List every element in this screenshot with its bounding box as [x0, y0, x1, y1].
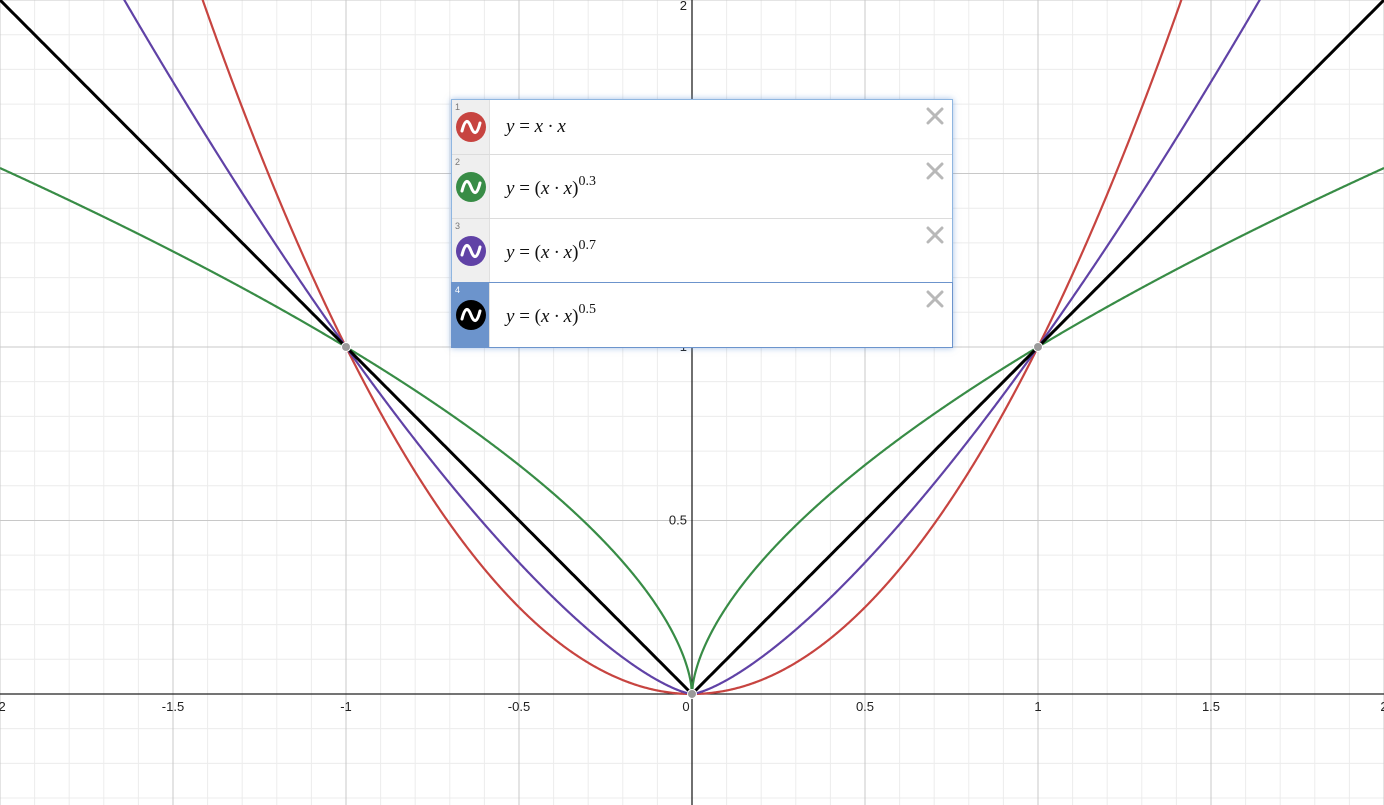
delete-expression-close-icon[interactable]	[924, 224, 946, 246]
expression-tab[interactable]: 2	[452, 155, 490, 218]
expression-row-3[interactable]: 3 y = (x · x)0.7	[452, 219, 952, 283]
x-tick-label: 2	[1380, 699, 1384, 714]
expression-index: 2	[455, 157, 461, 167]
formula-exponent: 0.3	[578, 173, 596, 189]
formula-rhs: x · x	[540, 177, 573, 199]
delete-expression-close-icon[interactable]	[924, 288, 946, 310]
expression-index: 1	[455, 102, 461, 112]
expression-row-2[interactable]: 2 y = (x · x)0.3	[452, 155, 952, 219]
x-tick-label: -2	[0, 699, 6, 714]
expression-formula[interactable]: y = x · x	[506, 116, 566, 138]
intersection-point	[341, 341, 351, 352]
intersection-point	[687, 688, 697, 699]
x-tick-label: -0.5	[508, 699, 530, 714]
expression-list: 1 y = x · x 2 y = (x · x)0.3 3 y = (x · x)0.7…	[451, 99, 953, 348]
expression-tab[interactable]: 1	[452, 100, 490, 154]
formula-rhs: x · x	[534, 116, 566, 137]
formula-rhs: x · x	[540, 241, 573, 263]
formula-exponent: 0.5	[578, 302, 596, 317]
sine-wave-icon[interactable]	[455, 112, 486, 142]
sine-wave-icon[interactable]	[455, 300, 486, 330]
expression-index: 4	[455, 285, 461, 295]
expression-index: 3	[455, 221, 461, 231]
expression-row-1[interactable]: 1 y = x · x	[452, 100, 952, 155]
expression-formula[interactable]: y = (x · x)0.5	[506, 302, 596, 328]
sine-wave-icon[interactable]	[455, 235, 486, 266]
expression-row-4[interactable]: 4 y = (x · x)0.5	[451, 282, 953, 348]
x-tick-label: 1.5	[1202, 699, 1220, 714]
delete-expression-close-icon[interactable]	[924, 160, 946, 182]
sine-wave-icon[interactable]	[455, 171, 486, 202]
x-tick-label: 0.5	[856, 699, 874, 714]
x-tick-label: 1	[1034, 699, 1041, 714]
formula-rhs: x · x	[540, 306, 573, 327]
expression-tab[interactable]: 3	[452, 219, 490, 282]
intersection-point	[1033, 341, 1043, 352]
formula-exponent: 0.7	[578, 237, 596, 253]
y-tick-label: 0.5	[669, 512, 687, 527]
delete-expression-close-icon[interactable]	[924, 105, 946, 127]
expression-tab[interactable]: 4	[452, 283, 490, 347]
expression-formula[interactable]: y = (x · x)0.3	[506, 174, 596, 200]
x-tick-label: -1	[340, 699, 352, 714]
y-tick-label: 2	[680, 0, 687, 13]
expression-formula[interactable]: y = (x · x)0.7	[506, 238, 596, 264]
x-tick-label: 0	[682, 699, 689, 714]
x-tick-label: -1.5	[162, 699, 184, 714]
